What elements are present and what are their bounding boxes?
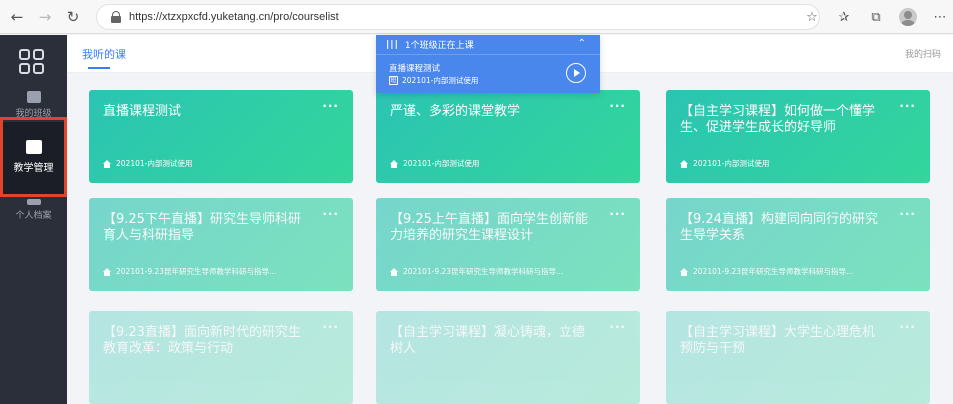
course-class: 202101-内部测试使用: [116, 159, 193, 168]
more-menu-icon[interactable]: ⋯: [927, 4, 953, 30]
sidebar-item-profile[interactable]: 个人档案: [0, 197, 67, 227]
course-card[interactable]: 直播课程测试 ··· 202101-内部测试使用: [89, 90, 353, 183]
main-content: 我听的课 我的扫码 ||| 1个班级正在上课 ⌃ 直播课程测试 班 202101…: [67, 35, 953, 404]
tab-underline: [88, 67, 110, 69]
class-home-icon: [103, 267, 111, 276]
course-title: 【自主学习课程】大学生心理危机预防与干预: [680, 325, 876, 356]
sidebar-item-class[interactable]: 我的班级: [0, 89, 67, 119]
play-icon[interactable]: [566, 63, 586, 83]
course-class: 202101-内部测试使用: [693, 159, 770, 168]
course-card[interactable]: 【自主学习课程】凝心铸魂，立德树人 ···: [376, 311, 640, 404]
more-options-icon[interactable]: ···: [899, 207, 916, 221]
sidebar: 我的班级 教学管理 个人档案: [0, 35, 67, 404]
course-card[interactable]: 【自主学习课程】大学生心理危机预防与干预 ···: [666, 311, 930, 404]
more-options-icon[interactable]: ···: [609, 99, 626, 113]
profile-avatar[interactable]: [895, 4, 921, 30]
course-title: 【9.25下午直播】研究生导师科研育人与科研指导: [103, 212, 301, 243]
course-class: 202101-9.23昆年研究生导师教学科研与指导...: [693, 267, 854, 276]
course-title: 【自主学习课程】如何做一个懂学生、促进学生成长的好导师: [680, 104, 876, 135]
course-card[interactable]: 严谨、多彩的课堂教学 ··· 202101-内部测试使用: [376, 90, 640, 183]
live-class-panel: ||| 1个班级正在上课 ⌃ 直播课程测试 班 202101-内部测试使用: [376, 35, 600, 93]
more-options-icon[interactable]: ···: [322, 207, 339, 221]
course-card[interactable]: 【自主学习课程】如何做一个懂学生、促进学生成长的好导师 ··· 202101-内…: [666, 90, 930, 183]
live-indicator-icon: |||: [386, 39, 399, 50]
favorite-add-icon[interactable]: ☆: [799, 4, 825, 30]
app-logo-icon[interactable]: [19, 49, 45, 75]
course-title: 【自主学习课程】凝心铸魂，立德树人: [390, 325, 586, 356]
browser-toolbar: ← → ↻ https://xtzxpxcfd.yuketang.cn/pro/…: [0, 0, 953, 34]
tab-my-courses[interactable]: 我听的课: [82, 46, 126, 62]
live-class-name: 202101-内部测试使用: [402, 76, 479, 85]
collapse-icon[interactable]: ⌃: [578, 38, 586, 49]
more-options-icon[interactable]: ···: [322, 99, 339, 113]
class-icon: [26, 91, 41, 103]
class-home-icon: [390, 267, 398, 276]
more-options-icon[interactable]: ···: [609, 207, 626, 221]
favorites-icon[interactable]: ✰: [831, 4, 857, 30]
course-title: 【9.23直播】面向新时代的研究生教育改革：政策与行动: [103, 325, 301, 356]
highlight-box: [0, 117, 67, 197]
more-options-icon[interactable]: ···: [899, 99, 916, 113]
course-card[interactable]: 【9.24直播】构建同向同行的研究生导学关系 ··· 202101-9.23昆年…: [666, 198, 930, 291]
more-options-icon[interactable]: ···: [322, 320, 339, 334]
course-class: 202101-内部测试使用: [403, 159, 480, 168]
class-home-icon: [390, 159, 398, 168]
forward-icon[interactable]: →: [34, 6, 56, 28]
course-card[interactable]: 【9.25上午直播】面向学生创新能力培养的研究生课程设计 ··· 202101-…: [376, 198, 640, 291]
live-course-name[interactable]: 直播课程测试: [389, 62, 440, 74]
collections-icon[interactable]: ⧉: [863, 4, 889, 30]
url-text[interactable]: https://xtzxpxcfd.yuketang.cn/pro/course…: [129, 11, 339, 23]
my-scan-link[interactable]: 我的扫码: [905, 47, 941, 60]
sidebar-item-label: 个人档案: [15, 211, 52, 221]
course-class: 202101-9.23昆年研究生导师教学科研与指导...: [116, 267, 277, 276]
lock-icon: [111, 11, 121, 23]
course-title: 严谨、多彩的课堂教学: [390, 104, 521, 119]
course-title: 直播课程测试: [103, 104, 182, 119]
reload-icon[interactable]: ↻: [62, 6, 84, 28]
course-class: 202101-9.23昆年研究生导师教学科研与指导...: [403, 267, 564, 276]
course-title: 【9.24直播】构建同向同行的研究生导学关系: [680, 212, 878, 243]
course-title: 【9.25上午直播】面向学生创新能力培养的研究生课程设计: [390, 212, 588, 243]
more-options-icon[interactable]: ···: [609, 320, 626, 334]
live-header-text: 1个班级正在上课: [404, 41, 474, 51]
address-bar[interactable]: https://xtzxpxcfd.yuketang.cn/pro/course…: [96, 4, 820, 30]
class-home-icon: [680, 159, 688, 168]
class-badge-icon: 班: [389, 76, 398, 85]
more-options-icon[interactable]: ···: [899, 320, 916, 334]
back-icon[interactable]: ←: [6, 6, 28, 28]
course-card[interactable]: 【9.25下午直播】研究生导师科研育人与科研指导 ··· 202101-9.23…: [89, 198, 353, 291]
course-card[interactable]: 【9.23直播】面向新时代的研究生教育改革：政策与行动 ···: [89, 311, 353, 404]
profile-icon: [26, 199, 41, 205]
class-home-icon: [680, 267, 688, 276]
class-home-icon: [103, 159, 111, 168]
